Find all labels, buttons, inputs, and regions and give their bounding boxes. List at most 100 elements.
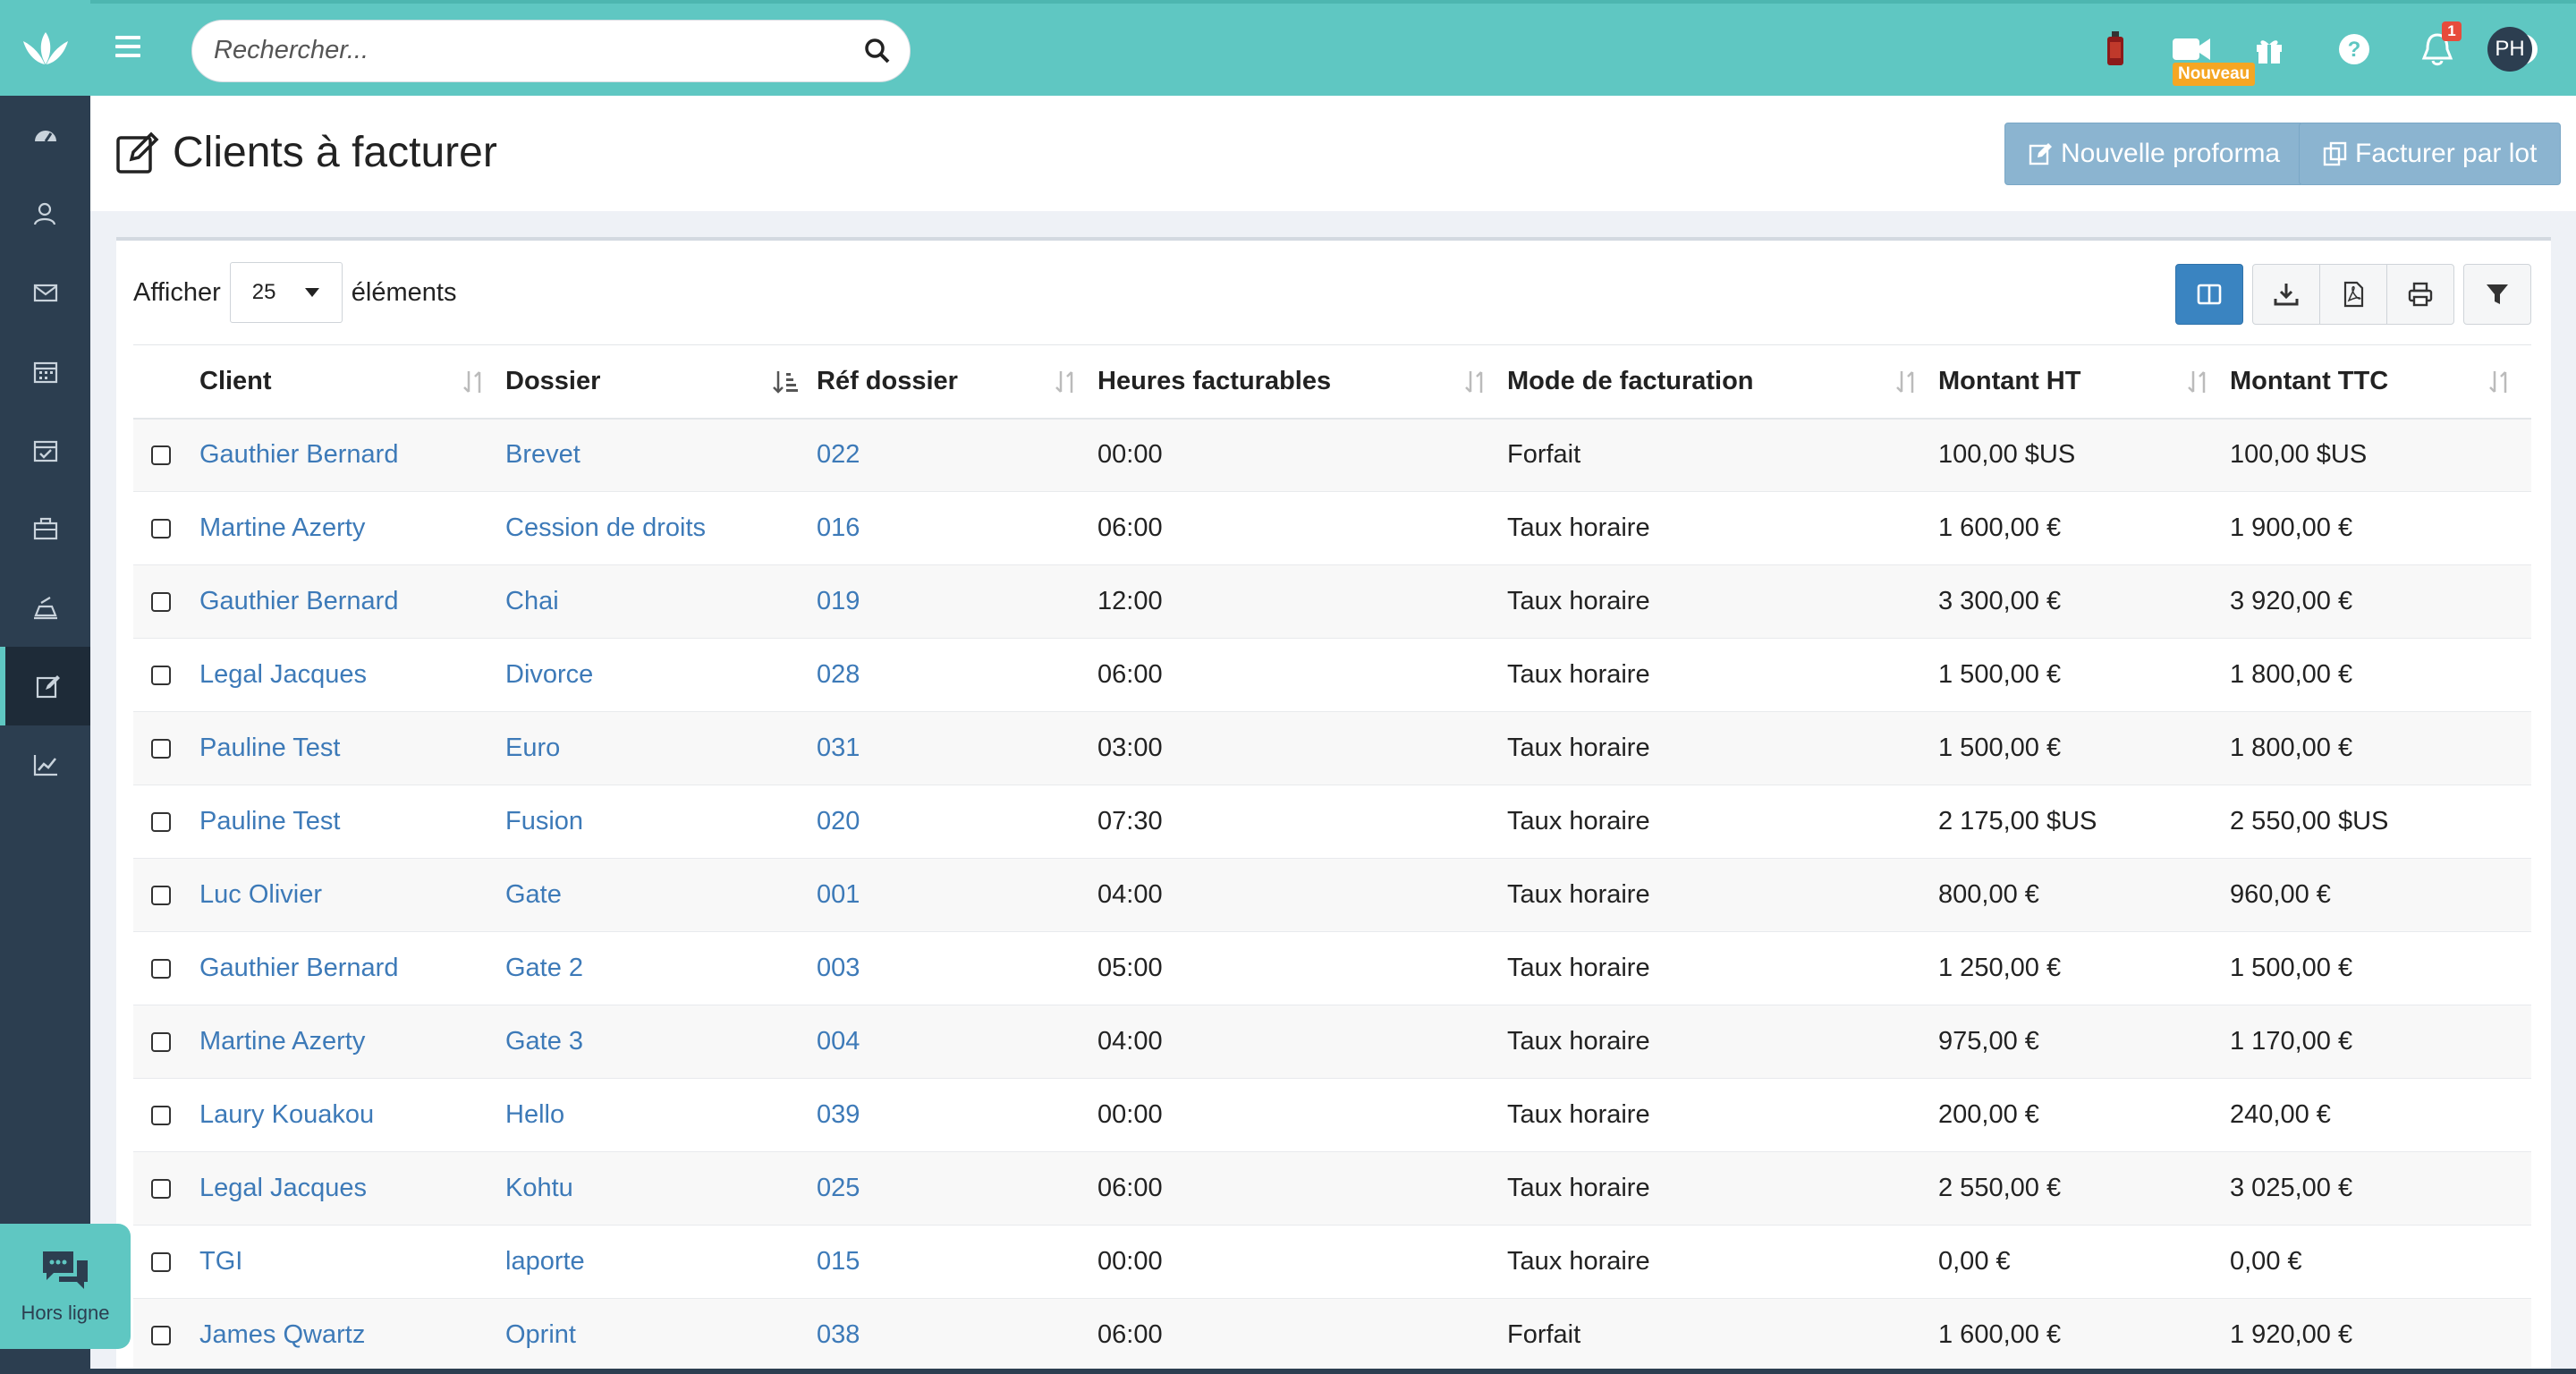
row-checkbox[interactable] [151,1251,171,1272]
client-link[interactable]: Legal Jacques [199,1174,367,1202]
search-icon[interactable] [863,37,892,65]
sidebar-item-billing[interactable] [0,647,90,725]
client-link[interactable]: Gauthier Bernard [199,440,398,469]
print-icon [2408,282,2433,307]
sidebar-item-mail[interactable] [0,253,90,332]
ref-link[interactable]: 038 [817,1320,860,1349]
gift-button[interactable] [2247,27,2292,72]
billing-mode-cell: Taux horaire [1507,931,1938,1005]
bulk-invoice-button[interactable]: Facturer par lot [2299,123,2562,185]
column-header-ref[interactable]: Réf dossier [817,344,1097,420]
dossier-link[interactable]: Chai [505,587,559,615]
client-link[interactable]: James Qwartz [199,1320,365,1349]
dossier-link[interactable]: laporte [505,1247,585,1276]
ref-link[interactable]: 003 [817,954,860,982]
amount-ttc-cell: 240,00 € [2230,1078,2531,1152]
dossier-link[interactable]: Hello [505,1100,564,1129]
column-header-amount-ht[interactable]: Montant HT [1938,344,2230,420]
dossier-link[interactable]: Oprint [505,1320,576,1349]
row-checkbox[interactable] [151,1105,171,1125]
sidebar-item-stats[interactable] [0,725,90,804]
page-length-select[interactable]: 25 [229,262,343,323]
amount-ttc-cell: 1 800,00 € [2230,638,2531,712]
ref-link[interactable]: 016 [817,513,860,542]
ref-link[interactable]: 022 [817,440,860,469]
ref-link[interactable]: 019 [817,587,860,615]
client-link[interactable]: Pauline Test [199,807,340,835]
sidebar-item-dashboard[interactable] [0,96,90,174]
dossier-link[interactable]: Gate 2 [505,954,583,982]
ref-link[interactable]: 015 [817,1247,860,1276]
user-menu[interactable]: PH [2487,27,2532,72]
client-link[interactable]: Pauline Test [199,734,340,762]
row-checkbox[interactable] [151,738,171,759]
filter-button[interactable] [2463,264,2531,325]
billing-mode-cell: Taux horaire [1507,711,1938,785]
ref-link[interactable]: 025 [817,1174,860,1202]
sort-icon [1055,371,1073,393]
table-row: Gauthier Bernard Gate 2 003 05:00 Taux horai… [133,931,2531,1005]
ref-link[interactable]: 031 [817,734,860,762]
column-header-amount-ttc[interactable]: Montant TTC [2230,344,2531,420]
app-logo[interactable] [0,0,90,96]
hours-cell: 07:30 [1097,785,1507,859]
row-checkbox[interactable] [151,885,171,905]
video-button[interactable]: Nouveau [2160,27,2256,86]
client-link[interactable]: Gauthier Bernard [199,587,398,615]
print-button[interactable] [2386,264,2454,325]
new-proforma-button[interactable]: Nouvelle proforma [2004,123,2305,185]
columns-button[interactable] [2175,264,2243,325]
table-row: Legal Jacques Divorce 028 06:00 Taux horaire… [133,638,2531,712]
row-checkbox[interactable] [151,1031,171,1052]
notifications-button[interactable]: 1 [2415,21,2462,72]
chat-widget[interactable]: Hors ligne [0,1224,131,1349]
menu-toggle-icon[interactable] [115,36,140,63]
sidebar-item-time[interactable] [0,568,90,647]
row-checkbox[interactable] [151,445,171,465]
row-checkbox[interactable] [151,811,171,832]
client-link[interactable]: Luc Olivier [199,880,322,909]
dossier-link[interactable]: Gate [505,880,562,909]
dossier-link[interactable]: Euro [505,734,560,762]
column-header-dossier[interactable]: Dossier [505,344,817,420]
sidebar-item-contacts[interactable] [0,174,90,253]
row-checkbox[interactable] [151,665,171,685]
help-button[interactable]: ? [2332,27,2377,72]
client-link[interactable]: Gauthier Bernard [199,954,398,982]
table-row: Gauthier Bernard Chai 019 12:00 Taux horaire… [133,564,2531,639]
column-header-hours[interactable]: Heures facturables [1097,344,1507,420]
dossier-link[interactable]: Brevet [505,440,580,469]
amount-ttc-cell: 1 900,00 € [2230,491,2531,565]
dossier-link[interactable]: Cession de droits [505,513,706,542]
ref-link[interactable]: 004 [817,1027,860,1056]
client-link[interactable]: Legal Jacques [199,660,367,689]
column-header-client[interactable]: Client [199,344,505,420]
svg-text:?: ? [2348,38,2361,62]
sidebar-item-tasks[interactable] [0,411,90,489]
timer-running-button[interactable] [2093,27,2138,72]
dossier-link[interactable]: Gate 3 [505,1027,583,1056]
dossier-link[interactable]: Fusion [505,807,583,835]
client-link[interactable]: Martine Azerty [199,513,365,542]
ref-link[interactable]: 028 [817,660,860,689]
row-checkbox[interactable] [151,518,171,539]
pdf-button[interactable] [2319,264,2387,325]
client-link[interactable]: Laury Kouakou [199,1100,374,1129]
column-header-billing-mode[interactable]: Mode de facturation [1507,344,1938,420]
ref-link[interactable]: 039 [817,1100,860,1129]
sidebar-item-calendar[interactable] [0,332,90,411]
page-title: Clients à facturer [115,128,497,177]
dossier-link[interactable]: Kohtu [505,1174,573,1202]
row-checkbox[interactable] [151,958,171,979]
dossier-link[interactable]: Divorce [505,660,593,689]
ref-link[interactable]: 001 [817,880,860,909]
client-link[interactable]: Martine Azerty [199,1027,365,1056]
ref-link[interactable]: 020 [817,807,860,835]
sidebar-item-cases[interactable] [0,489,90,568]
row-checkbox[interactable] [151,1178,171,1199]
export-button[interactable] [2252,264,2320,325]
row-checkbox[interactable] [151,1325,171,1345]
row-checkbox[interactable] [151,591,171,612]
client-link[interactable]: TGI [199,1247,242,1276]
search-input[interactable] [214,21,840,80]
